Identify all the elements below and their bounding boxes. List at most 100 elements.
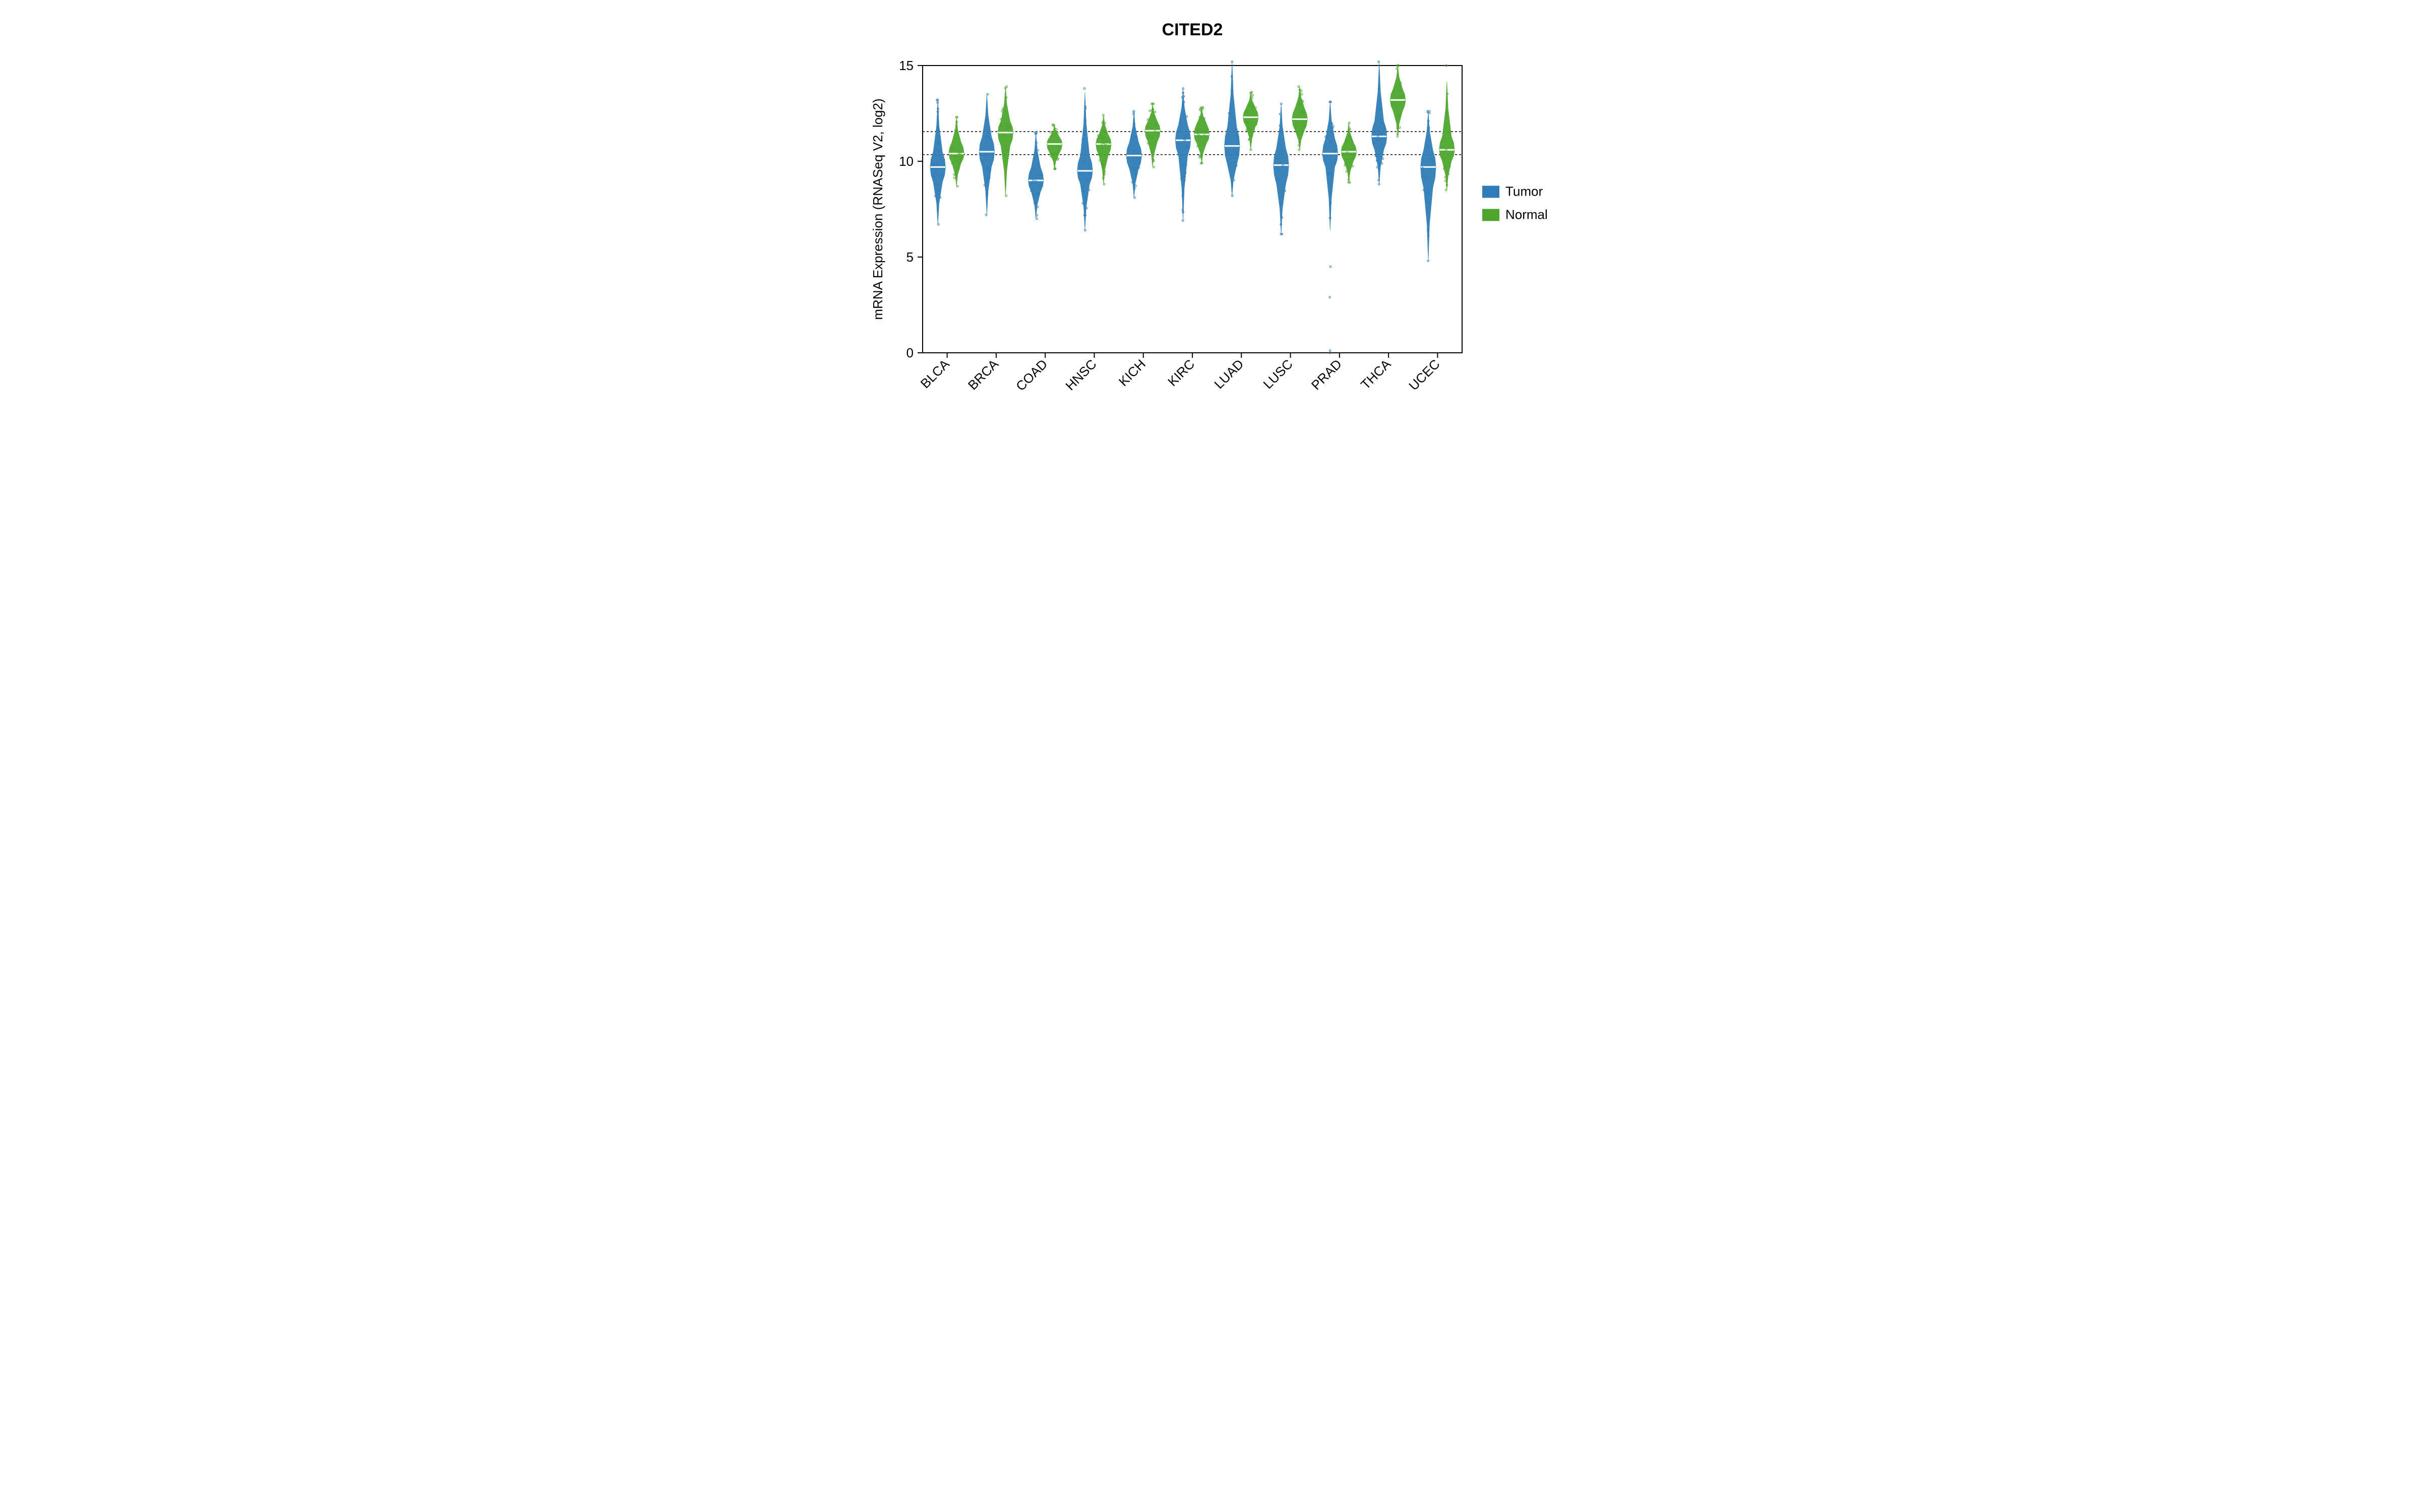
legend-swatch-tumor [1482, 186, 1499, 198]
normal-violin [1145, 104, 1161, 167]
data-point [1378, 179, 1380, 181]
data-point [1005, 195, 1007, 197]
data-point [1444, 176, 1446, 178]
data-point [954, 177, 956, 179]
x-tick-label: BLCA [918, 356, 953, 392]
data-point [1329, 350, 1332, 352]
data-point [1397, 136, 1399, 138]
data-point [1001, 110, 1003, 112]
x-tick-label: HNSC [1062, 356, 1099, 393]
data-point [1348, 122, 1350, 124]
data-point [1036, 214, 1038, 216]
data-point [1182, 220, 1184, 222]
data-point [1298, 86, 1300, 88]
data-point [1251, 97, 1253, 99]
normal-violin [1439, 82, 1455, 190]
data-point [1254, 107, 1256, 109]
x-tick-label: BRCA [965, 356, 1002, 393]
data-point [1298, 149, 1300, 151]
data-point [1037, 149, 1039, 151]
data-point [1103, 114, 1105, 116]
data-point [1344, 164, 1346, 166]
data-point [987, 93, 989, 95]
x-tick-label: KIRC [1165, 356, 1197, 389]
y-axis-label: mRNA Expression (RNASeq V2, log2) [870, 98, 885, 320]
x-tick-label: LUSC [1260, 356, 1296, 392]
data-point [1246, 130, 1248, 132]
data-point [1200, 109, 1202, 111]
x-tick-label: UCEC [1406, 356, 1442, 393]
data-point [1396, 68, 1398, 70]
data-point [1186, 116, 1188, 118]
data-point [956, 185, 958, 187]
data-point [1281, 103, 1283, 105]
data-point [1279, 113, 1281, 115]
data-point [1399, 127, 1401, 129]
data-point [1050, 132, 1052, 134]
data-point [1149, 110, 1151, 112]
data-point [1248, 139, 1250, 141]
data-point [1037, 206, 1039, 208]
normal-violin [998, 87, 1013, 196]
normal-violin [1194, 108, 1209, 163]
data-point [938, 224, 940, 226]
data-point [1378, 183, 1380, 185]
data-point [1082, 202, 1084, 204]
normal-violin [949, 117, 964, 186]
data-point [1233, 179, 1235, 181]
y-tick-label: 5 [906, 249, 914, 265]
chart-title: CITED2 [1162, 20, 1223, 39]
data-point [1103, 183, 1105, 185]
data-point [1300, 90, 1302, 92]
data-point [1382, 158, 1384, 160]
data-point [1181, 96, 1183, 98]
data-point [1381, 163, 1383, 165]
normal-violin [1243, 92, 1258, 150]
data-point [1055, 129, 1057, 131]
data-point [1084, 229, 1086, 231]
data-point [1099, 159, 1101, 161]
data-point [1133, 110, 1135, 112]
data-point [1000, 118, 1002, 120]
x-tick-label: COAD [1013, 356, 1050, 394]
data-point [1154, 111, 1156, 113]
tumor-violin [1274, 104, 1289, 234]
data-point [1349, 128, 1351, 130]
y-tick-label: 0 [906, 345, 914, 360]
data-point [1002, 108, 1004, 110]
data-point [1346, 170, 1348, 172]
data-point [1006, 86, 1008, 88]
data-point [985, 214, 987, 216]
data-point [1085, 207, 1087, 209]
tumor-violin [1028, 133, 1044, 219]
legend-label-tumor: Tumor [1505, 184, 1543, 199]
tumor-violin [1322, 102, 1338, 230]
legend-swatch-normal [1482, 209, 1499, 221]
y-tick-label: 10 [899, 154, 914, 169]
data-point [1153, 166, 1155, 168]
x-tick-label: PRAD [1308, 356, 1345, 393]
data-point [1036, 218, 1038, 220]
data-point [1134, 197, 1136, 199]
legend-label-normal: Normal [1505, 207, 1548, 222]
tumor-violin [1420, 111, 1436, 261]
data-point [1428, 110, 1430, 112]
tumor-violin [930, 100, 946, 224]
data-point [1104, 122, 1106, 124]
tumor-violin [1371, 61, 1387, 184]
tumor-violin [979, 94, 995, 215]
data-point [1329, 266, 1332, 268]
normal-violin [1390, 66, 1406, 137]
data-point [1199, 156, 1201, 158]
x-tick-label: LUAD [1211, 356, 1246, 392]
tumor-violin [1224, 61, 1240, 196]
data-point [1057, 132, 1059, 134]
data-point [1301, 93, 1303, 95]
data-point [1252, 94, 1254, 96]
data-point [1135, 185, 1137, 187]
data-point [1445, 180, 1447, 182]
data-point [1332, 125, 1334, 127]
chart-container: CITED2051015mRNA Expression (RNASeq V2, … [857, 0, 1563, 441]
data-point [1231, 61, 1233, 63]
tumor-violin [1126, 111, 1142, 198]
